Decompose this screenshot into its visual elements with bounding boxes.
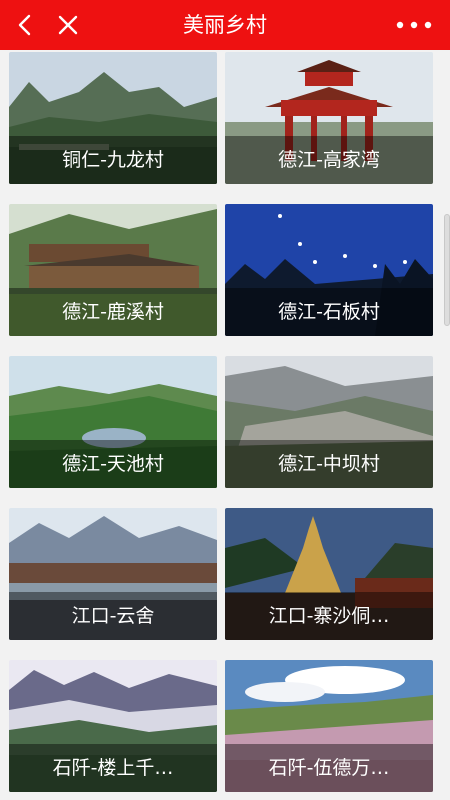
more-options-button[interactable] [392,12,436,38]
village-card[interactable]: 江口-云舍 [9,508,217,640]
village-card[interactable]: 德江-高家湾 [225,52,433,184]
village-caption: 德江-中坝村 [225,440,433,488]
village-caption: 石阡-伍德万… [225,744,433,792]
village-card[interactable]: 江口-寨沙侗… [225,508,433,640]
village-card[interactable]: 石阡-楼上千… [9,660,217,792]
close-icon [58,15,78,35]
village-caption: 德江-天池村 [9,440,217,488]
village-caption: 德江-高家湾 [225,136,433,184]
top-navigation-bar: 美丽乡村 [0,0,450,50]
village-card[interactable]: 石阡-伍德万… [225,660,433,792]
village-grid: 铜仁-九龙村 德江-高家湾 德江-鹿溪村 德江-石板村 德江-天池村 德江-中坝… [0,50,450,800]
village-caption: 德江-鹿溪村 [9,288,217,336]
village-caption: 江口-云舍 [9,592,217,640]
village-card[interactable]: 德江-中坝村 [225,356,433,488]
close-button[interactable] [52,8,84,42]
village-caption: 铜仁-九龙村 [9,136,217,184]
village-caption: 石阡-楼上千… [9,744,217,792]
village-card[interactable]: 铜仁-九龙村 [9,52,217,184]
back-button[interactable] [10,8,40,42]
village-caption: 江口-寨沙侗… [225,592,433,640]
scroll-handle[interactable] [444,214,450,326]
village-card[interactable]: 德江-鹿溪村 [9,204,217,336]
chevron-left-icon [18,14,31,36]
village-caption: 德江-石板村 [225,288,433,336]
village-card[interactable]: 德江-天池村 [9,356,217,488]
more-dots-icon [396,21,432,29]
village-card[interactable]: 德江-石板村 [225,204,433,336]
